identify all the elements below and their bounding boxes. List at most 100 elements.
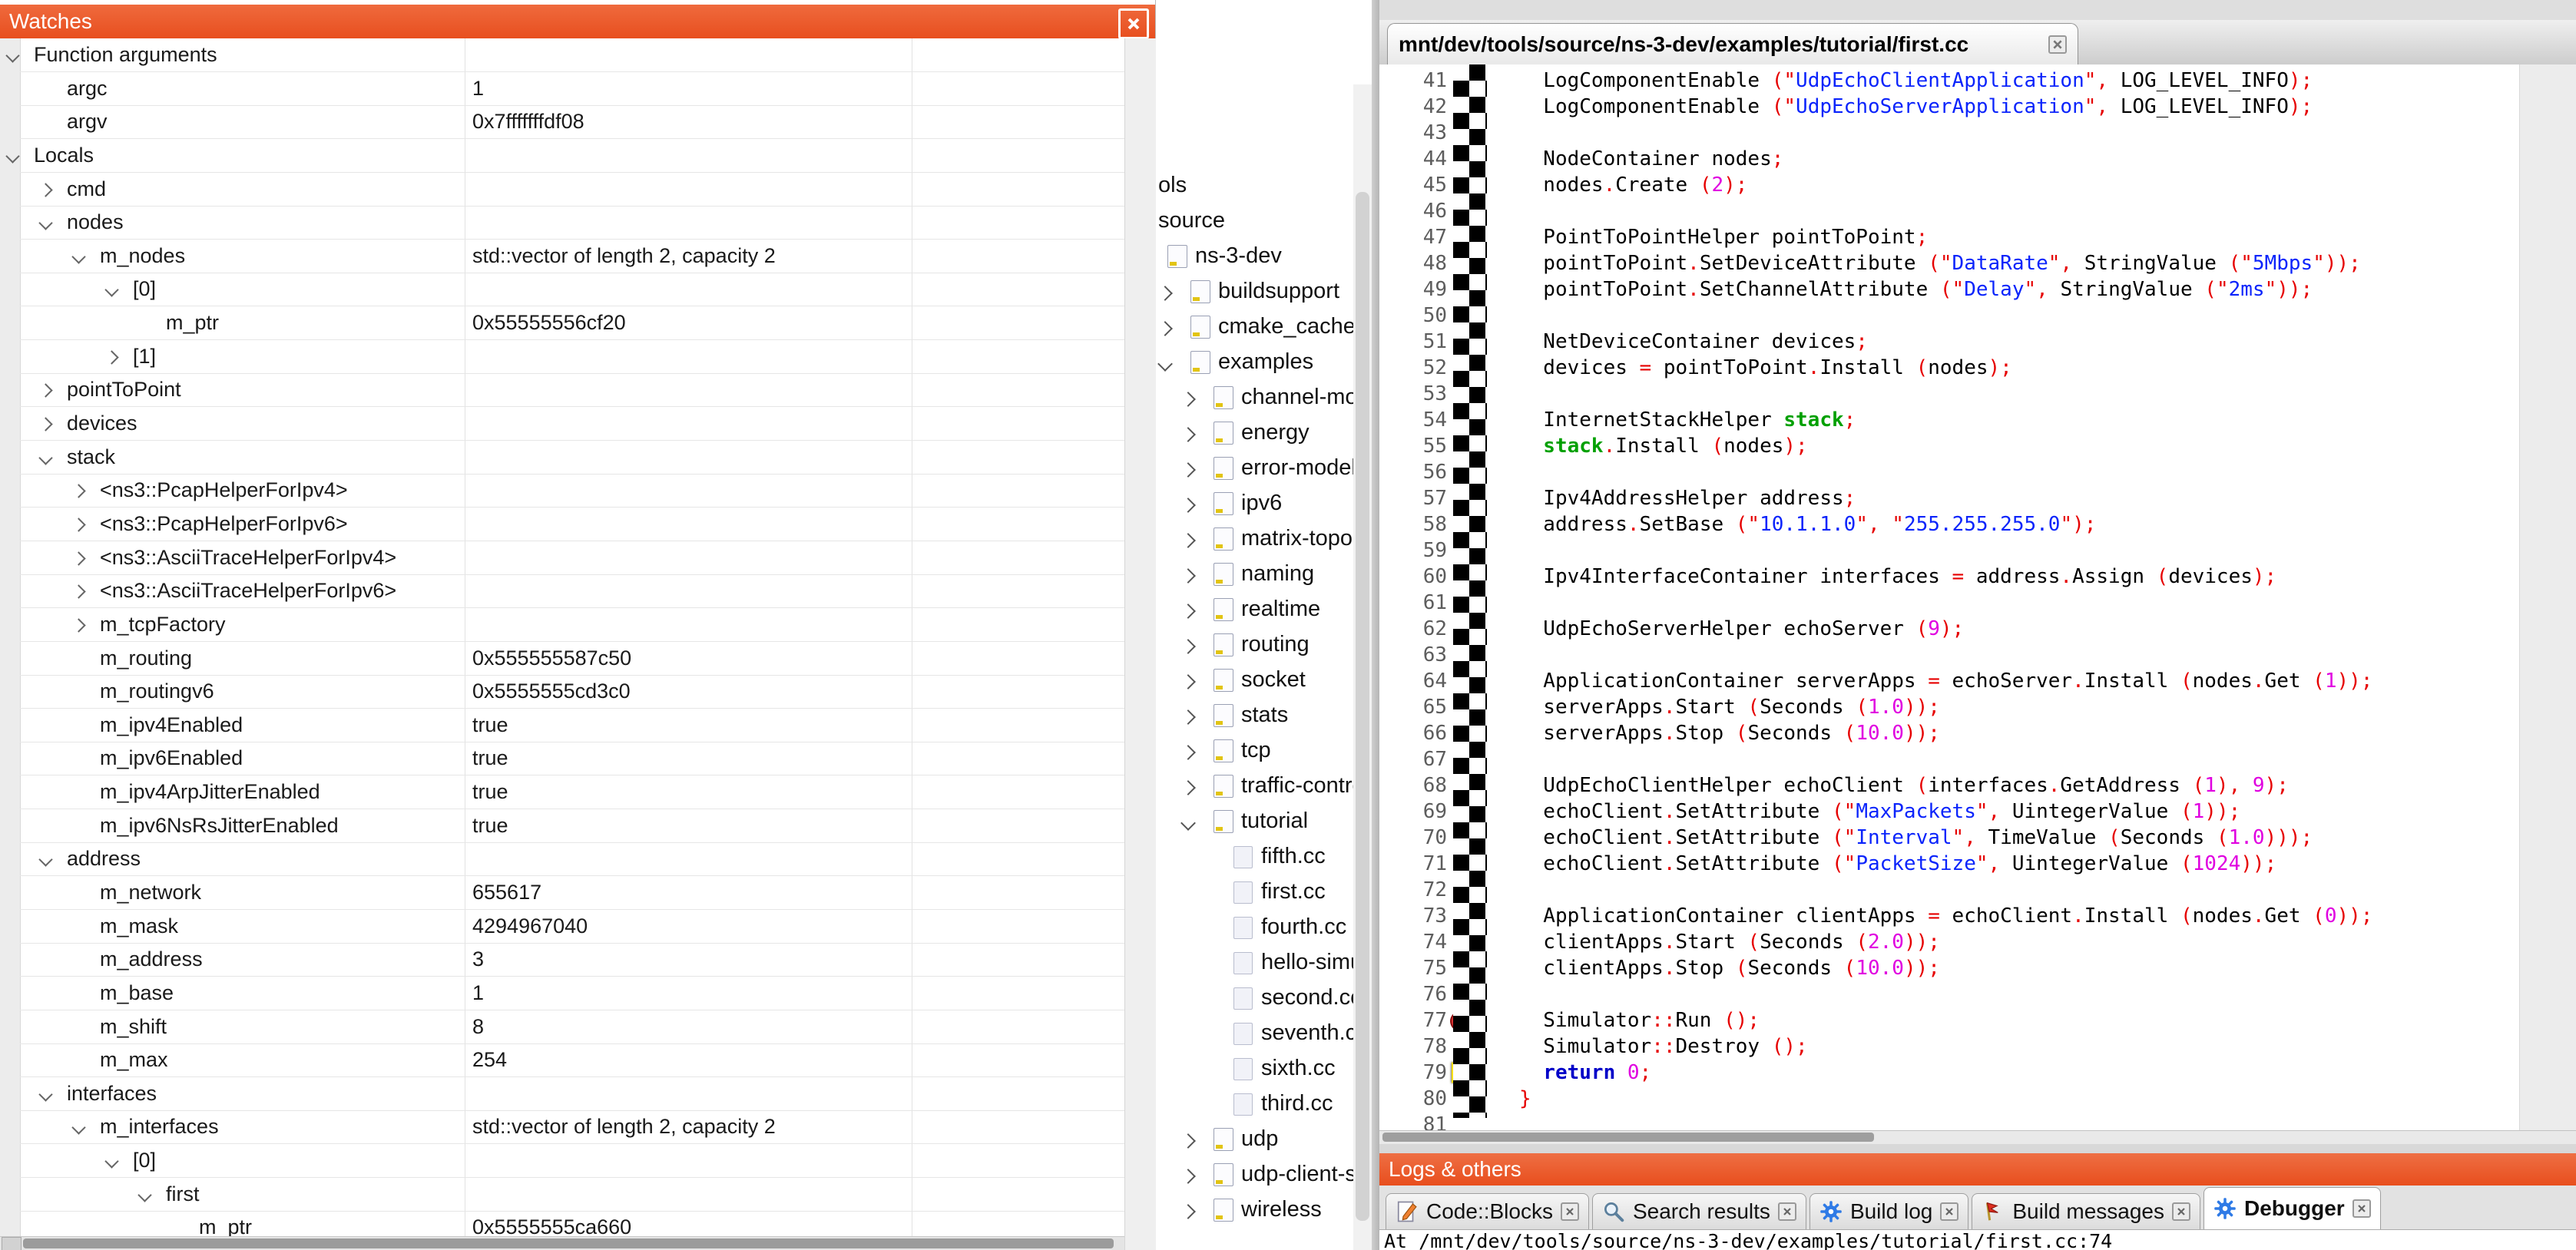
chevron-right-icon[interactable] bbox=[1180, 1204, 1196, 1219]
tree-item-ipv6[interactable]: ipv6 bbox=[1155, 491, 1372, 523]
project-tree[interactable]: olssourcens-3-devbuildsupportcmake_cache… bbox=[1155, 0, 1372, 1250]
tree-item-wireless[interactable]: wireless bbox=[1155, 1197, 1372, 1229]
chevron-right-icon[interactable] bbox=[1180, 674, 1196, 689]
tree-item-stats[interactable]: stats bbox=[1155, 703, 1372, 735]
tree-item-realtime[interactable]: realtime bbox=[1155, 597, 1372, 629]
tree-item-buildsupport[interactable]: buildsupport bbox=[1155, 279, 1372, 311]
watch-row[interactable]: argv0x7fffffffdf08 bbox=[20, 105, 1124, 139]
chevron-right-icon[interactable] bbox=[1180, 392, 1196, 407]
chevron-right-icon[interactable] bbox=[1180, 639, 1196, 654]
tree-item-first-cc[interactable]: first.cc bbox=[1155, 879, 1372, 911]
watch-row[interactable]: [0] bbox=[20, 1144, 1124, 1178]
chevron-right-icon[interactable] bbox=[71, 518, 85, 531]
tree-item-ns-3-dev[interactable]: ns-3-dev bbox=[1155, 243, 1372, 276]
chevron-down-icon[interactable] bbox=[1180, 815, 1196, 831]
editor-fold-margin[interactable] bbox=[1453, 64, 1487, 1118]
chevron-right-icon[interactable] bbox=[71, 484, 85, 498]
tree-item-error-model[interactable]: error-model bbox=[1155, 455, 1372, 488]
tree-item-energy[interactable]: energy bbox=[1155, 420, 1372, 452]
chevron-down-icon[interactable] bbox=[38, 853, 52, 867]
tree-item-channel-mod[interactable]: channel-mod bbox=[1155, 385, 1372, 417]
chevron-right-icon[interactable] bbox=[1157, 286, 1173, 301]
tree-item-udp[interactable]: udp bbox=[1155, 1126, 1372, 1159]
tree-item-udp-client-ser[interactable]: udp-client-ser bbox=[1155, 1162, 1372, 1194]
chevron-down-icon[interactable] bbox=[38, 451, 52, 465]
editor-tab-first-cc[interactable]: mnt/dev/tools/source/ns-3-dev/examples/t… bbox=[1387, 23, 2078, 64]
tab-close-button[interactable] bbox=[2172, 1202, 2190, 1221]
chevron-right-icon[interactable] bbox=[1180, 709, 1196, 725]
panel-splitter[interactable] bbox=[1372, 0, 1379, 1250]
tree-item-fourth-cc[interactable]: fourth.cc bbox=[1155, 914, 1372, 947]
chevron-right-icon[interactable] bbox=[1180, 1169, 1196, 1184]
scroll-left-arrow-icon[interactable] bbox=[2, 1237, 22, 1250]
chevron-right-icon[interactable] bbox=[1180, 568, 1196, 584]
editor-tab-close-button[interactable] bbox=[2048, 35, 2067, 54]
watches-hscrollbar-thumb[interactable] bbox=[23, 1238, 1114, 1248]
chevron-right-icon[interactable] bbox=[71, 618, 85, 632]
watch-row[interactable]: address bbox=[20, 842, 1124, 876]
chevron-right-icon[interactable] bbox=[38, 417, 52, 431]
watch-row[interactable]: m_max254 bbox=[20, 1043, 1124, 1077]
chevron-right-icon[interactable] bbox=[1180, 604, 1196, 619]
chevron-right-icon[interactable] bbox=[38, 384, 52, 398]
watch-row[interactable]: m_routing0x555555587c50 bbox=[20, 642, 1124, 676]
tree-item-seventh-cc[interactable]: seventh.cc bbox=[1155, 1020, 1372, 1053]
watch-row[interactable]: m_base1 bbox=[20, 977, 1124, 1010]
tree-item-matrix-topol[interactable]: matrix-topol bbox=[1155, 526, 1372, 558]
watch-row[interactable]: m_ipv6Enabledtrue bbox=[20, 742, 1124, 775]
tree-item-tcp[interactable]: tcp bbox=[1155, 738, 1372, 770]
watch-row[interactable]: [0] bbox=[20, 273, 1124, 306]
chevron-down-icon[interactable] bbox=[71, 250, 85, 263]
chevron-right-icon[interactable] bbox=[1157, 321, 1173, 336]
tree-item-source[interactable]: source bbox=[1155, 208, 1372, 240]
watch-row[interactable]: m_ptr0x55555556cf20 bbox=[20, 306, 1124, 340]
watch-row[interactable]: m_interfacesstd::vector of length 2, cap… bbox=[20, 1110, 1124, 1144]
logs-tab-debugger[interactable]: Debugger bbox=[2204, 1187, 2381, 1229]
chevron-down-icon[interactable] bbox=[104, 283, 118, 297]
tree-item-routing[interactable]: routing bbox=[1155, 632, 1372, 664]
tree-item-fifth-cc[interactable]: fifth.cc bbox=[1155, 844, 1372, 876]
logs-tab-build-log[interactable]: Build log bbox=[1809, 1193, 1968, 1229]
chevron-right-icon[interactable] bbox=[1180, 1133, 1196, 1149]
logs-tab-code-blocks[interactable]: Code::Blocks bbox=[1386, 1193, 1589, 1229]
tab-close-button[interactable] bbox=[1561, 1202, 1579, 1221]
watches-close-button[interactable] bbox=[1118, 8, 1149, 39]
chevron-right-icon[interactable] bbox=[1180, 533, 1196, 548]
watch-row[interactable]: m_shift8 bbox=[20, 1010, 1124, 1044]
watch-row[interactable]: Function arguments bbox=[20, 38, 1124, 72]
watch-row[interactable]: interfaces bbox=[20, 1077, 1124, 1111]
watch-row[interactable]: <ns3::AsciiTraceHelperForIpv6> bbox=[20, 574, 1124, 608]
watch-row[interactable]: nodes bbox=[20, 206, 1124, 240]
watch-row[interactable]: [1] bbox=[20, 340, 1124, 374]
chevron-right-icon[interactable] bbox=[104, 350, 118, 364]
watch-row[interactable]: argc1 bbox=[20, 72, 1124, 106]
chevron-right-icon[interactable] bbox=[1180, 462, 1196, 478]
editor-vertical-scrollbar[interactable] bbox=[2519, 64, 2576, 1130]
chevron-down-icon[interactable] bbox=[137, 1188, 151, 1202]
code-editor[interactable]: 41 LogComponentEnable ("UdpEchoClientApp… bbox=[1379, 64, 2519, 1130]
tree-item-socket[interactable]: socket bbox=[1155, 667, 1372, 699]
watch-row[interactable]: stack bbox=[20, 441, 1124, 475]
watch-row[interactable]: pointToPoint bbox=[20, 373, 1124, 407]
watches-title-bar[interactable]: Watches bbox=[0, 5, 1155, 38]
watch-row[interactable]: <ns3::PcapHelperForIpv4> bbox=[20, 474, 1124, 508]
tree-item-ols[interactable]: ols bbox=[1155, 173, 1372, 205]
tab-close-button[interactable] bbox=[1940, 1202, 1958, 1221]
chevron-down-icon[interactable] bbox=[38, 216, 52, 230]
logs-tab-search-results[interactable]: Search results bbox=[1592, 1193, 1806, 1229]
tree-item-second-cc[interactable]: second.cc bbox=[1155, 985, 1372, 1017]
watch-row[interactable]: <ns3::PcapHelperForIpv6> bbox=[20, 508, 1124, 541]
watch-row[interactable]: m_routingv60x5555555cd3c0 bbox=[20, 675, 1124, 709]
tree-item-hello-simul[interactable]: hello-simul bbox=[1155, 950, 1372, 982]
tab-close-button[interactable] bbox=[2353, 1199, 2371, 1218]
chevron-right-icon[interactable] bbox=[71, 551, 85, 565]
tree-item-examples[interactable]: examples bbox=[1155, 349, 1372, 382]
watch-row[interactable]: Locals bbox=[20, 139, 1124, 173]
watch-row[interactable]: first bbox=[20, 1178, 1124, 1212]
watch-row[interactable]: m_address3 bbox=[20, 943, 1124, 977]
chevron-down-icon[interactable] bbox=[104, 1154, 118, 1168]
watch-row[interactable]: m_ipv6NsRsJitterEnabledtrue bbox=[20, 809, 1124, 843]
chevron-right-icon[interactable] bbox=[1180, 745, 1196, 760]
watch-row[interactable]: m_mask4294967040 bbox=[20, 910, 1124, 944]
chevron-right-icon[interactable] bbox=[1180, 780, 1196, 795]
